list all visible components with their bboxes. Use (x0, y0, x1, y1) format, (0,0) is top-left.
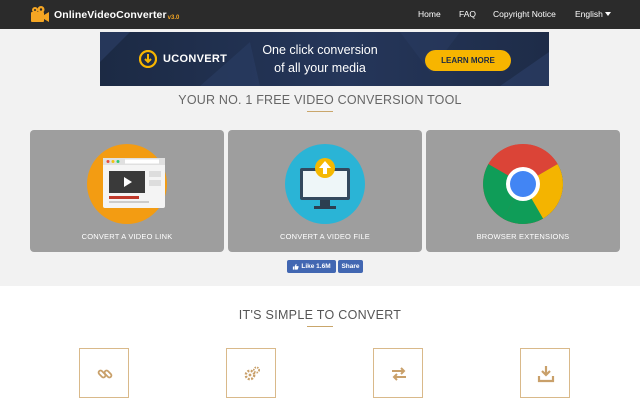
card-label: CONVERT A VIDEO LINK (81, 232, 173, 241)
chevron-down-icon (604, 12, 611, 16)
title-divider (307, 111, 333, 112)
banner-tagline-line1: One click conversion (262, 43, 378, 57)
nav-copyright-link[interactable]: Copyright Notice (493, 9, 556, 19)
section-divider (307, 326, 333, 327)
language-selector[interactable]: English (575, 9, 611, 19)
convert-arrows-icon (392, 367, 406, 381)
facebook-share-button[interactable]: Share (338, 260, 363, 273)
gears-icon (244, 366, 260, 381)
nav-home-link[interactable]: Home (418, 9, 441, 19)
card-label: CONVERT A VIDEO FILE (279, 232, 370, 241)
download-icon (537, 366, 555, 383)
top-navbar: OnlineVideoConverter v3.0 Home FAQ Copyr… (0, 0, 640, 29)
uconvert-banner[interactable]: UCONVERT One click conversion of all you… (100, 32, 549, 86)
banner-tagline-line2: of all your media (274, 61, 366, 75)
step-choose-format[interactable] (226, 348, 276, 398)
learn-more-button[interactable]: LEARN MORE (425, 50, 511, 71)
language-label: English (575, 9, 603, 19)
link-icon (97, 369, 113, 379)
section-title: IT'S SIMPLE TO CONVERT (238, 308, 402, 322)
convert-video-file-card[interactable]: CONVERT A VIDEO FILE (228, 130, 422, 252)
facebook-like-button[interactable]: Like 1.6M (287, 260, 336, 273)
thumbs-up-icon (293, 263, 299, 270)
chrome-icon (483, 144, 563, 224)
step-paste-link[interactable] (79, 348, 129, 398)
step-download[interactable] (520, 348, 570, 398)
upload-file-icon (285, 144, 365, 224)
step-convert[interactable] (373, 348, 423, 398)
nav-links: Home FAQ Copyright Notice English (0, 0, 640, 29)
card-label: BROWSER EXTENSIONS (476, 232, 570, 241)
convert-video-link-card[interactable]: CONVERT A VIDEO LINK (30, 130, 224, 252)
nav-faq-link[interactable]: FAQ (459, 9, 476, 19)
uconvert-mark-icon (139, 50, 157, 68)
uconvert-brand: UCONVERT (163, 53, 228, 65)
banner-tagline: One click conversion of all your media (250, 41, 390, 77)
main-title: YOUR NO. 1 FREE VIDEO CONVERSION TOOL (178, 93, 462, 107)
facebook-like-label: Like 1.6M (301, 263, 331, 270)
uconvert-logo: UCONVERT (139, 50, 227, 68)
video-link-icon (87, 144, 167, 224)
browser-extensions-card[interactable]: BROWSER EXTENSIONS (426, 130, 620, 252)
